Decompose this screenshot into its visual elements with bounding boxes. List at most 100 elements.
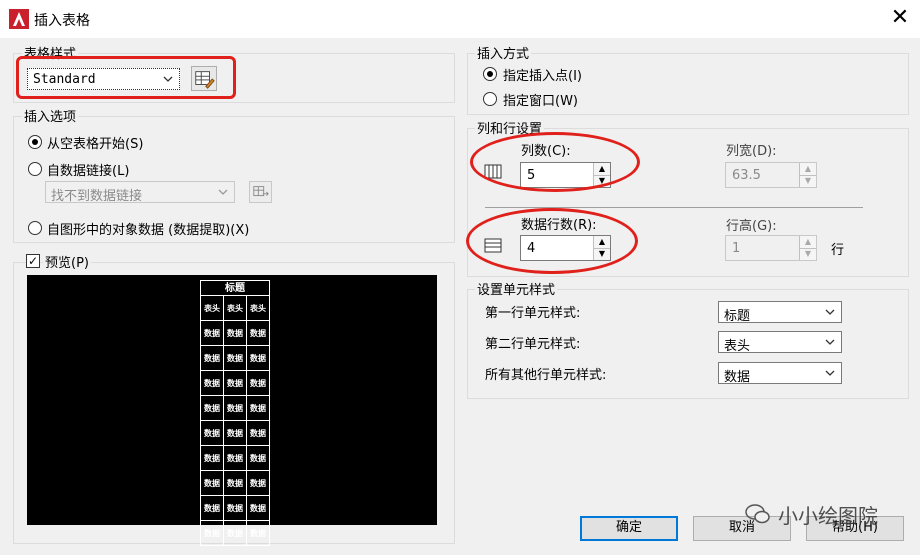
window-title: 插入表格: [34, 13, 90, 29]
insert-point-label: 指定插入点(I): [503, 69, 582, 84]
preview-data-cell: 数据: [200, 520, 224, 546]
cell-styles-label: 设置单元样式: [475, 279, 558, 298]
preview-title-cell: 标题: [200, 280, 270, 296]
preview-data-cell: 数据: [246, 445, 270, 471]
preview-data-cell: 数据: [200, 420, 224, 446]
table-style-value: Standard: [33, 72, 96, 87]
preview-table: 标题 表头 表头 表头 数据 数据 数据 数据 数据 数据 数据 数据 数据 数据 数据 数据 …: [200, 280, 270, 546]
ok-button[interactable]: 确定: [580, 516, 678, 541]
close-icon[interactable]: ✕: [886, 4, 914, 32]
from-empty-label: 从空表格开始(S): [47, 137, 144, 152]
insert-window-label: 指定窗口(W): [503, 94, 578, 109]
preview-data-cell: 数据: [223, 320, 247, 346]
preview-data-cell: 数据: [246, 395, 270, 421]
watermark-text: 小小绘图院: [778, 504, 878, 528]
preview-data-cell: 数据: [246, 470, 270, 496]
preview-data-cell: 数据: [223, 420, 247, 446]
columns-icon: [484, 164, 502, 179]
first-row-style-select[interactable]: 标题: [718, 301, 842, 324]
other-rows-style-select[interactable]: 数据: [718, 362, 842, 385]
preview-data-cell: 数据: [200, 345, 224, 371]
preview-data-cell: 数据: [246, 345, 270, 371]
chevron-down-icon: [825, 370, 835, 376]
from-object-data-label: 自图形中的对象数据 (数据提取)(X): [47, 223, 250, 238]
data-link-manager-button[interactable]: [249, 181, 272, 203]
preview-data-cell: 数据: [246, 320, 270, 346]
data-rows-stepper[interactable]: 4 ▲ ▼: [520, 235, 611, 261]
preview-data-cell: 数据: [246, 495, 270, 521]
first-row-style-label: 第一行单元样式:: [485, 306, 581, 321]
preview-data-cell: 数据: [246, 420, 270, 446]
columns-value: 5: [527, 168, 536, 183]
second-row-style-select[interactable]: 表头: [718, 331, 842, 354]
preview-data-cell: 数据: [200, 470, 224, 496]
preview-label: 预览(P): [43, 252, 91, 271]
preview-data-cell: 数据: [200, 495, 224, 521]
preview-header-cell: 表头: [200, 295, 224, 321]
stepper-down-icon[interactable]: ▼: [800, 175, 816, 187]
from-data-link-label: 自数据链接(L): [47, 164, 130, 179]
data-link-select[interactable]: 找不到数据链接: [45, 181, 235, 204]
preview-data-cell: 数据: [200, 370, 224, 396]
data-rows-value: 4: [527, 241, 536, 256]
wechat-icon: [745, 504, 770, 524]
preview-data-cell: 数据: [223, 495, 247, 521]
data-link-icon: [253, 186, 269, 197]
stepper-down-icon[interactable]: ▼: [594, 248, 610, 260]
preview-data-cell: 数据: [223, 395, 247, 421]
row-height-value: 1: [732, 241, 741, 256]
rows-cols-label: 列和行设置: [475, 118, 545, 137]
other-rows-style-label: 所有其他行单元样式:: [485, 368, 607, 383]
data-rows-label: 数据行数(R):: [521, 218, 597, 233]
preview-data-cell: 数据: [223, 520, 247, 546]
preview-data-cell: 数据: [246, 520, 270, 546]
columns-stepper[interactable]: 5 ▲ ▼: [520, 162, 611, 188]
data-link-value: 找不到数据链接: [51, 189, 143, 204]
radio-insert-point[interactable]: [483, 67, 497, 81]
preview-data-cell: 数据: [200, 445, 224, 471]
col-width-stepper[interactable]: 63.5 ▲ ▼: [725, 162, 817, 188]
row-height-label: 行高(G):: [726, 219, 777, 234]
preview-header-cell: 表头: [246, 295, 270, 321]
chevron-down-icon: [218, 189, 228, 195]
preview-header-cell: 表头: [223, 295, 247, 321]
second-row-style-label: 第二行单元样式:: [485, 337, 581, 352]
preview-data-cell: 数据: [223, 445, 247, 471]
second-row-style-value: 表头: [724, 339, 751, 354]
radio-from-data-link[interactable]: [28, 162, 42, 176]
insert-options-label: 插入选项: [22, 106, 79, 125]
col-width-value: 63.5: [732, 168, 761, 183]
rows-icon: [484, 238, 502, 253]
first-row-style-value: 标题: [724, 309, 751, 324]
preview-data-cell: 数据: [200, 320, 224, 346]
stepper-down-icon[interactable]: ▼: [800, 248, 816, 260]
preview-data-cell: 数据: [246, 370, 270, 396]
chevron-down-icon: [825, 339, 835, 345]
radio-from-object-data[interactable]: [28, 221, 42, 235]
table-style-dialog-button[interactable]: [191, 66, 217, 91]
preview-checkbox[interactable]: ✓: [26, 254, 40, 268]
preview-data-cell: 数据: [223, 345, 247, 371]
stepper-down-icon[interactable]: ▼: [594, 175, 610, 187]
divider: [485, 207, 863, 208]
title-bar: [0, 0, 920, 38]
row-unit-label: 行: [831, 243, 845, 258]
autocad-logo-icon: [9, 9, 29, 29]
col-width-label: 列宽(D):: [726, 144, 777, 159]
preview-data-cell: 数据: [223, 370, 247, 396]
chevron-down-icon: [163, 76, 173, 82]
radio-from-empty[interactable]: [28, 135, 42, 149]
table-edit-icon: [195, 71, 215, 89]
table-preview: 标题 表头 表头 表头 数据 数据 数据 数据 数据 数据 数据 数据 数据 数据 数据 数据 …: [27, 275, 437, 546]
table-style-select[interactable]: Standard: [27, 68, 180, 90]
row-height-stepper[interactable]: 1 ▲ ▼: [725, 235, 817, 261]
preview-data-cell: 数据: [200, 395, 224, 421]
preview-data-cell: 数据: [223, 470, 247, 496]
radio-insert-window[interactable]: [483, 92, 497, 106]
insert-method-label: 插入方式: [475, 43, 532, 62]
other-rows-style-value: 数据: [724, 370, 751, 385]
chevron-down-icon: [825, 309, 835, 315]
cancel-button[interactable]: 取消: [693, 516, 791, 541]
columns-label: 列数(C):: [521, 144, 571, 159]
table-style-label: 表格样式: [22, 43, 79, 62]
